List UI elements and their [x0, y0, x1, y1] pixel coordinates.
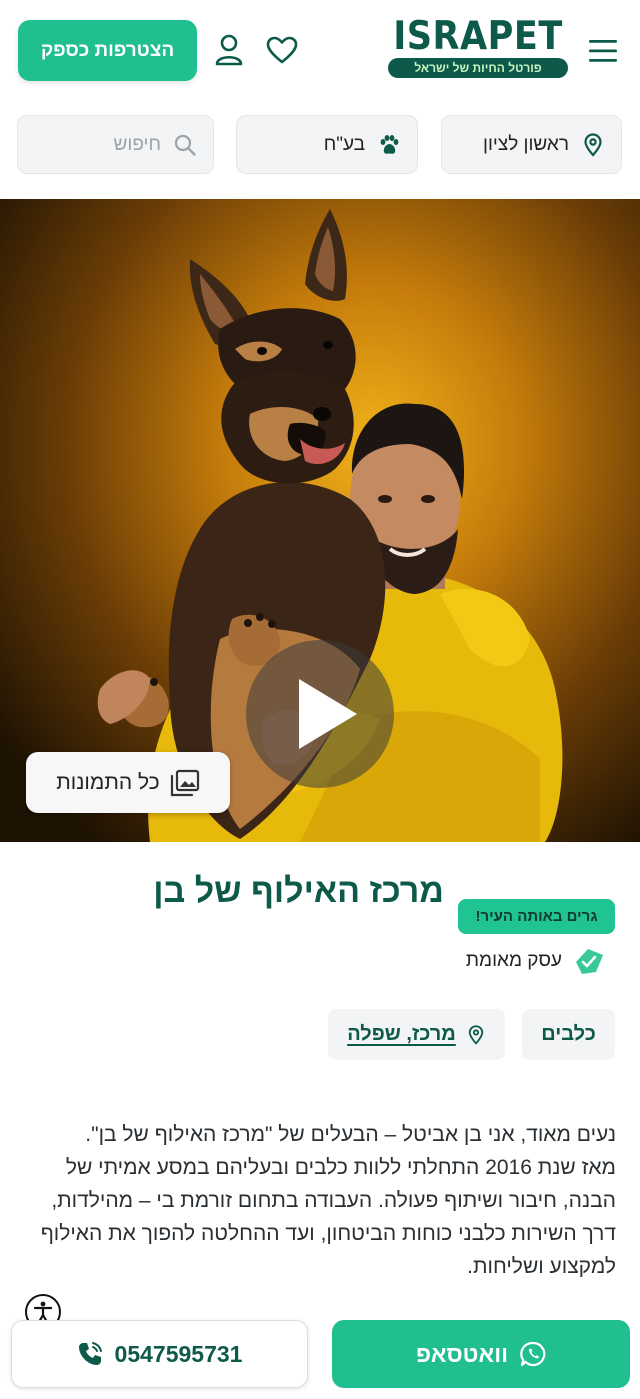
verified-business: עסק מאומת: [466, 946, 606, 976]
description-paragraph: מאז שנת 2016 התחלתי ללוות כלבים ובעליהם …: [40, 1156, 616, 1278]
category-chip[interactable]: כלבים: [522, 1009, 615, 1060]
site-header: הצטרפות כספק ISRAPET פורטל החיות של ישרא…: [0, 0, 640, 100]
animal-type-filter[interactable]: בע"ח: [236, 115, 418, 174]
location-pin-icon: [584, 132, 602, 157]
join-as-provider-button[interactable]: הצטרפות כספק: [18, 20, 197, 81]
search-field[interactable]: חיפוש: [17, 115, 214, 174]
heart-icon[interactable]: [266, 36, 298, 64]
paw-icon: [380, 134, 399, 154]
whatsapp-button[interactable]: וואטסאפ: [332, 1320, 630, 1388]
play-video-button[interactable]: [245, 639, 395, 789]
whatsapp-label: וואטסאפ: [415, 1340, 509, 1367]
hero-video[interactable]: כל התמונות: [0, 199, 640, 842]
phone-number: 0547595731: [114, 1340, 243, 1367]
city-filter-value: ראשון לציון: [483, 133, 569, 155]
all-photos-label: כל התמונות: [56, 770, 160, 794]
search-placeholder: חיפוש: [113, 133, 161, 155]
same-city-badge: גרים באותה העיר!: [458, 899, 615, 934]
location-pin-icon: [468, 1024, 483, 1045]
user-icon[interactable]: [214, 34, 244, 66]
verified-badge-icon: [576, 949, 603, 974]
service-area-label: מרכז, שפלה: [347, 1023, 456, 1045]
call-phone-button[interactable]: 0547595731: [11, 1320, 308, 1388]
city-filter[interactable]: ראשון לציון: [441, 115, 622, 174]
whatsapp-icon: [520, 1341, 546, 1367]
service-area-chip[interactable]: מרכז, שפלה: [328, 1009, 505, 1060]
all-photos-button[interactable]: כל התמונות: [26, 752, 230, 813]
hamburger-menu-icon[interactable]: [588, 38, 618, 64]
logo-tagline: פורטל החיות של ישראל: [388, 58, 568, 78]
category-chip-label: כלבים: [541, 1023, 596, 1045]
search-icon: [174, 134, 196, 156]
business-description: נעים מאוד, אני בן אביטל – הבעלים של "מרכ…: [40, 1118, 616, 1283]
israpet-logo[interactable]: ISRAPET פורטל החיות של ישראל: [386, 16, 570, 78]
verified-label: עסק מאומת: [465, 950, 562, 971]
phone-icon: [78, 1342, 102, 1365]
logo-wordmark: ISRAPET: [393, 14, 563, 59]
animal-type-value: בע"ח: [323, 133, 365, 155]
description-paragraph: נעים מאוד, אני בן אביטל – הבעלים של "מרכ…: [85, 1123, 616, 1146]
gallery-icon: [170, 769, 199, 796]
business-title: מרכז האילוף של בן: [153, 872, 444, 910]
